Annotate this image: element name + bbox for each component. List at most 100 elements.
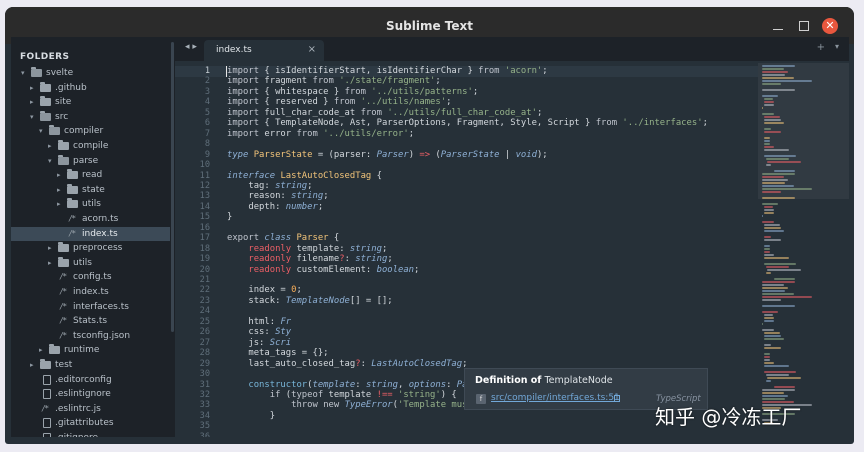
minimap-line (762, 287, 788, 289)
minimap[interactable] (758, 61, 849, 437)
line-number: 2 (204, 76, 210, 87)
code-line[interactable]: tag: string; (227, 181, 312, 191)
minimap-line (763, 230, 784, 232)
minimap-line (763, 344, 772, 346)
minimap-line (762, 290, 786, 292)
sidebar-item-label: tsconfig.json (73, 330, 131, 341)
sidebar-item--eslintignore[interactable]: .eslintignore (11, 387, 170, 401)
sidebar-item--editorconfig[interactable]: .editorconfig (11, 373, 170, 387)
sidebar-item-acorn-ts[interactable]: /* acorn.ts (11, 212, 170, 226)
code-line[interactable]: export class Parser { (227, 233, 339, 243)
sidebar-item-svelte[interactable]: ▾ svelte (11, 66, 170, 80)
minimap-line (762, 197, 795, 199)
minimap-line (767, 377, 801, 379)
chevron-right-icon[interactable]: ▸ (57, 183, 65, 197)
sidebar-item--github[interactable]: ▸ .github (11, 81, 170, 95)
sidebar-item-compile[interactable]: ▸ compile (11, 139, 170, 153)
definition-link[interactable]: src/compiler/interfaces.ts:51 (491, 393, 620, 403)
sidebar-item-utils[interactable]: ▸ utils (11, 256, 170, 270)
code-line[interactable]: js: Scri (227, 338, 291, 348)
minimize-button[interactable] (770, 18, 786, 34)
sidebar-item-compiler[interactable]: ▾ compiler (11, 124, 170, 138)
chevron-down-icon[interactable]: ▾ (30, 110, 38, 124)
sidebar-item-parse[interactable]: ▾ parse (11, 154, 170, 168)
code-line[interactable]: css: Sty (227, 327, 291, 337)
code-line[interactable]: last_auto_closed_tag?: LastAutoClosedTag… (227, 359, 467, 369)
folder-icon (40, 81, 51, 92)
sidebar-item--gitattributes[interactable]: .gitattributes (11, 416, 170, 430)
maximize-button[interactable] (796, 18, 812, 34)
sidebar-item--eslintrc-js[interactable]: /* .eslintrc.js (11, 402, 170, 416)
chevron-right-icon[interactable]: ▸ (48, 241, 56, 255)
code-line[interactable]: } (227, 212, 232, 222)
code-line[interactable]: readonly template: string; (227, 244, 387, 254)
code-line[interactable]: depth: number; (227, 202, 323, 212)
minimap-line (762, 398, 786, 400)
close-button[interactable]: ✕ (822, 18, 838, 34)
code-line[interactable]: stack: TemplateNode[] = []; (227, 296, 392, 306)
sidebar-item-src[interactable]: ▾ src (11, 110, 170, 124)
code-line[interactable]: import full_char_code_at from '../utils/… (227, 108, 542, 118)
code-line[interactable]: } (227, 411, 275, 421)
code-line[interactable]: import { reserved } from '../utils/names… (227, 97, 451, 107)
sidebar-item-stats-ts[interactable]: /* Stats.ts (11, 314, 170, 328)
chevron-right-icon[interactable]: ▸ (30, 95, 38, 109)
code-token: import (227, 128, 260, 139)
sidebar-item-read[interactable]: ▸ read (11, 168, 170, 182)
sidebar-item-site[interactable]: ▸ site (11, 95, 170, 109)
code-token: from (333, 97, 356, 108)
sidebar-item-tsconfig-json[interactable]: /* tsconfig.json (11, 329, 170, 343)
code-token: { (371, 170, 382, 181)
chevron-right-icon[interactable]: ▸ (39, 343, 47, 357)
code-line[interactable]: if (typeof template !== 'string') { (227, 390, 457, 400)
code-line[interactable]: reason: string; (227, 191, 328, 201)
new-tab-icon[interactable]: + (817, 42, 825, 53)
code-file-icon: /* (60, 272, 67, 282)
sidebar-item-config-ts[interactable]: /* config.ts (11, 270, 170, 284)
sidebar-item-state[interactable]: ▸ state (11, 183, 170, 197)
sidebar-item-index-ts[interactable]: /* index.ts (11, 285, 170, 299)
code-line[interactable]: import { TemplateNode, Ast, ParserOption… (227, 118, 708, 128)
sidebar-item-runtime[interactable]: ▸ runtime (11, 343, 170, 357)
code-file-icon: /* (60, 301, 67, 311)
tab-index-ts[interactable]: index.ts × (204, 40, 324, 61)
sidebar-item--gitignore[interactable]: .gitignore (11, 431, 170, 437)
code-editor[interactable]: 1 2 3 4 5 6 7 8 9 10 11 12 13 14 15 16 17 18 19 20 21 22 23 24 2… (175, 61, 758, 437)
chevron-right-icon[interactable]: ▸ (48, 139, 56, 153)
code-line[interactable]: readonly customElement: boolean; (227, 265, 419, 275)
sidebar-scrollbar-thumb[interactable] (171, 42, 174, 332)
code-token: '../utils/names' (360, 97, 447, 108)
code-line[interactable]: meta_tags = {}; (227, 348, 328, 358)
code-line[interactable]: import { whitespace } from '../utils/pat… (227, 87, 478, 97)
code-line[interactable]: import { isIdentifierStart, isIdentifier… (227, 66, 548, 76)
chevron-down-icon[interactable]: ▾ (39, 124, 47, 138)
sidebar-item-utils[interactable]: ▸ utils (11, 197, 170, 211)
code-token: ; (387, 254, 393, 265)
chevron-down-icon[interactable]: ▾ (48, 154, 56, 168)
code-line[interactable]: readonly filename?: string; (227, 254, 393, 265)
tab-nav-arrows[interactable]: ◂ ▸ (185, 42, 197, 52)
code-line[interactable]: html: Fr (227, 317, 291, 327)
code-line[interactable]: import fragment from './state/fragment'; (227, 76, 441, 86)
chevron-right-icon[interactable]: ▸ (48, 256, 56, 270)
chevron-right-icon[interactable]: ▸ (30, 81, 38, 95)
open-split-icon[interactable] (614, 395, 620, 402)
code-line[interactable]: . . . (227, 432, 435, 437)
sidebar-item-preprocess[interactable]: ▸ preprocess (11, 241, 170, 255)
minimap-line (763, 338, 784, 340)
chevron-right-icon[interactable]: ▸ (57, 168, 65, 182)
chevron-right-icon[interactable]: ▸ (30, 358, 38, 372)
chevron-right-icon[interactable]: ▸ (57, 197, 65, 211)
code-line[interactable]: interface LastAutoClosedTag { (227, 171, 382, 181)
chevron-down-icon[interactable]: ▾ (21, 66, 29, 80)
tab-dropdown-icon[interactable]: ▾ (835, 42, 839, 51)
tab-close-icon[interactable]: × (308, 44, 316, 55)
sidebar-item-index-ts[interactable]: /* index.ts (11, 226, 170, 241)
sidebar-item-interfaces-ts[interactable]: /* interfaces.ts (11, 300, 170, 314)
code-line[interactable]: import error from '../utils/error'; (227, 129, 414, 139)
code-line[interactable]: type ParserState = (parser: Parser) => (… (227, 150, 548, 160)
sidebar-item-label: interfaces.ts (73, 301, 129, 312)
code-line[interactable]: index = 0; (227, 285, 301, 295)
sidebar-item-test[interactable]: ▸ test (11, 358, 170, 372)
